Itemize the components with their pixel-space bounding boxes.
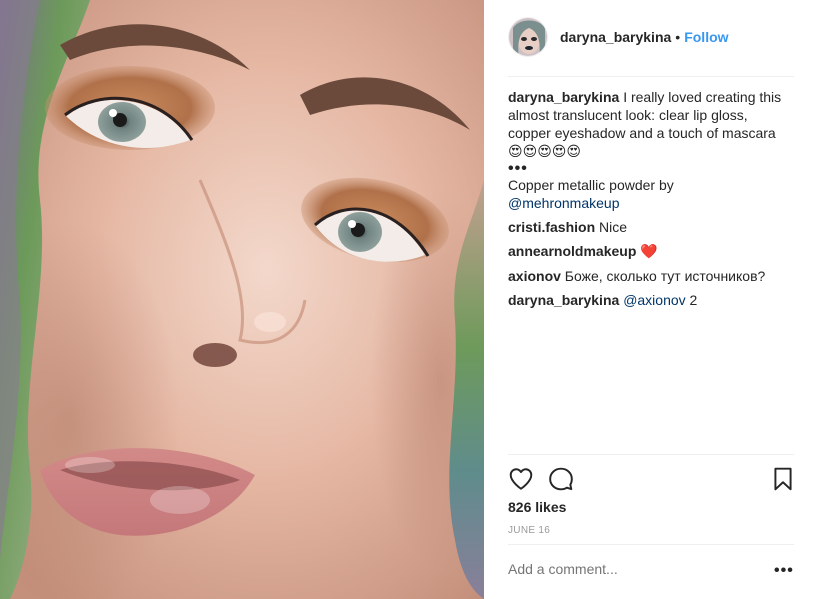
comment-bubble-icon xyxy=(549,467,573,491)
comment-divider xyxy=(508,544,794,545)
actions-divider xyxy=(508,454,794,455)
caption: daryna_barykina I really loved creating … xyxy=(508,88,798,212)
caption-username[interactable]: daryna_barykina xyxy=(508,89,619,105)
follow-button[interactable]: Follow xyxy=(684,29,728,45)
comment-text: 2 xyxy=(689,292,698,308)
add-comment-input[interactable] xyxy=(508,561,758,577)
caption-mention-link[interactable]: @mehronmakeup xyxy=(508,195,620,211)
more-options-button[interactable]: ••• xyxy=(774,562,794,580)
avatar[interactable] xyxy=(508,17,548,57)
heart-emoji-icon: ❤️ xyxy=(640,244,658,260)
caption-text-1: I really loved creating this xyxy=(623,89,782,105)
post-panel: daryna_barykina • Follow daryna_barykina… xyxy=(484,0,816,599)
more-dots: ••• xyxy=(508,160,528,177)
caption-text-3: copper eyeshadow and a touch of mascara xyxy=(508,125,776,141)
post-header: daryna_barykina • Follow xyxy=(508,16,778,58)
comment-button[interactable] xyxy=(548,466,574,492)
comment-text: Nice xyxy=(599,219,628,235)
comment-username[interactable]: daryna_barykina xyxy=(508,292,619,308)
bookmark-icon xyxy=(774,467,792,491)
likes-count[interactable]: 826 likes xyxy=(508,499,566,515)
comment-username[interactable]: cristi.fashion xyxy=(508,219,595,235)
portrait-image xyxy=(0,0,484,599)
caption-text-2: almost translucent look: clear lip gloss… xyxy=(508,107,748,123)
header-divider xyxy=(508,76,794,77)
separator-dot: • xyxy=(675,29,681,45)
comment-username[interactable]: annearnoldmakeup xyxy=(508,243,636,259)
comment-item: annearnoldmakeup ❤️ xyxy=(508,242,798,261)
like-button[interactable] xyxy=(508,466,534,492)
comment-username[interactable]: axionov xyxy=(508,268,561,284)
action-bar xyxy=(508,466,794,492)
heart-outline-icon xyxy=(509,468,533,490)
caption-emojis: 😍😍😍😍😍 xyxy=(508,144,581,160)
save-button[interactable] xyxy=(770,466,796,492)
comments-list: daryna_barykina I really loved creating … xyxy=(508,88,798,309)
comment-mention-link[interactable]: @axionov xyxy=(623,292,685,308)
post-date[interactable]: JUNE 16 xyxy=(508,525,550,536)
comment-item: axionov Боже, сколько тут источников? xyxy=(508,267,798,285)
comment-item: daryna_barykina @axionov 2 xyxy=(508,291,798,309)
post-photo[interactable] xyxy=(0,0,484,599)
caption-text-4: Copper metallic powder by xyxy=(508,177,674,193)
post-username[interactable]: daryna_barykina xyxy=(560,29,671,45)
comment-text: Боже, сколько тут источников? xyxy=(564,268,766,284)
comment-item: cristi.fashion Nice xyxy=(508,218,798,236)
